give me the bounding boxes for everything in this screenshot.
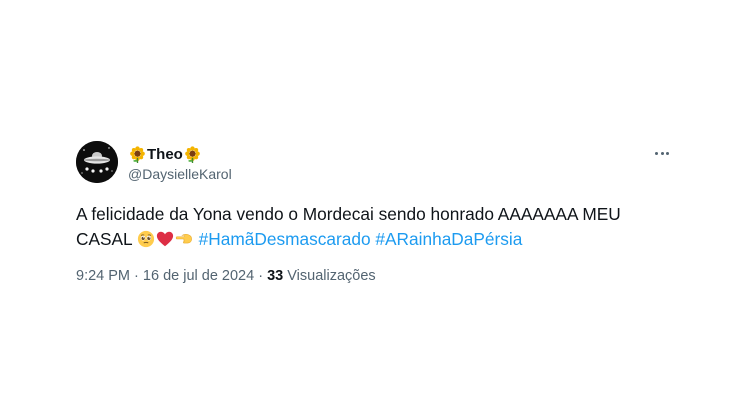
more-dot-icon [654, 151, 658, 155]
tweet-time[interactable]: 9:24 PM [76, 268, 130, 284]
views-label[interactable]: Visualizações [287, 268, 375, 284]
more-dot-icon [666, 151, 670, 155]
avatar[interactable] [76, 141, 118, 183]
tweet-text-line1: A felicidade da Yona vendo o Mordecai se… [76, 204, 621, 224]
tweet-date[interactable]: 16 de jul de 2024 [143, 268, 254, 284]
more-dot-icon [660, 151, 664, 155]
tweet-text-casal: CASAL [76, 229, 133, 249]
meta-separator: · [258, 268, 264, 284]
pleading-face-icon [137, 230, 155, 248]
hashtag-link[interactable]: #HamãDesmascarado [199, 229, 371, 249]
hashtag-link[interactable]: #ARainhaDaPérsia [375, 229, 522, 249]
meta-separator: · [134, 268, 139, 284]
tweet-text: A felicidade da Yona vendo o Mordecai se… [76, 202, 676, 252]
sunflower-icon [184, 145, 201, 163]
red-heart-icon [156, 230, 174, 248]
user-info: Theo @DaysielleKarol [128, 144, 232, 183]
tweet-meta: 9:24 PM · 16 de jul de 2024 · 33 Visuali… [76, 268, 376, 284]
display-name-row[interactable]: Theo [128, 144, 232, 164]
backhand-pointing-left-icon [175, 230, 193, 248]
ufo-galaxy-avatar-icon [76, 141, 118, 183]
views-count: 33 [267, 268, 284, 284]
display-name: Theo [147, 145, 183, 163]
sunflower-icon [129, 145, 146, 163]
more-options-button[interactable] [650, 141, 674, 165]
user-handle[interactable]: @DaysielleKarol [128, 166, 232, 182]
